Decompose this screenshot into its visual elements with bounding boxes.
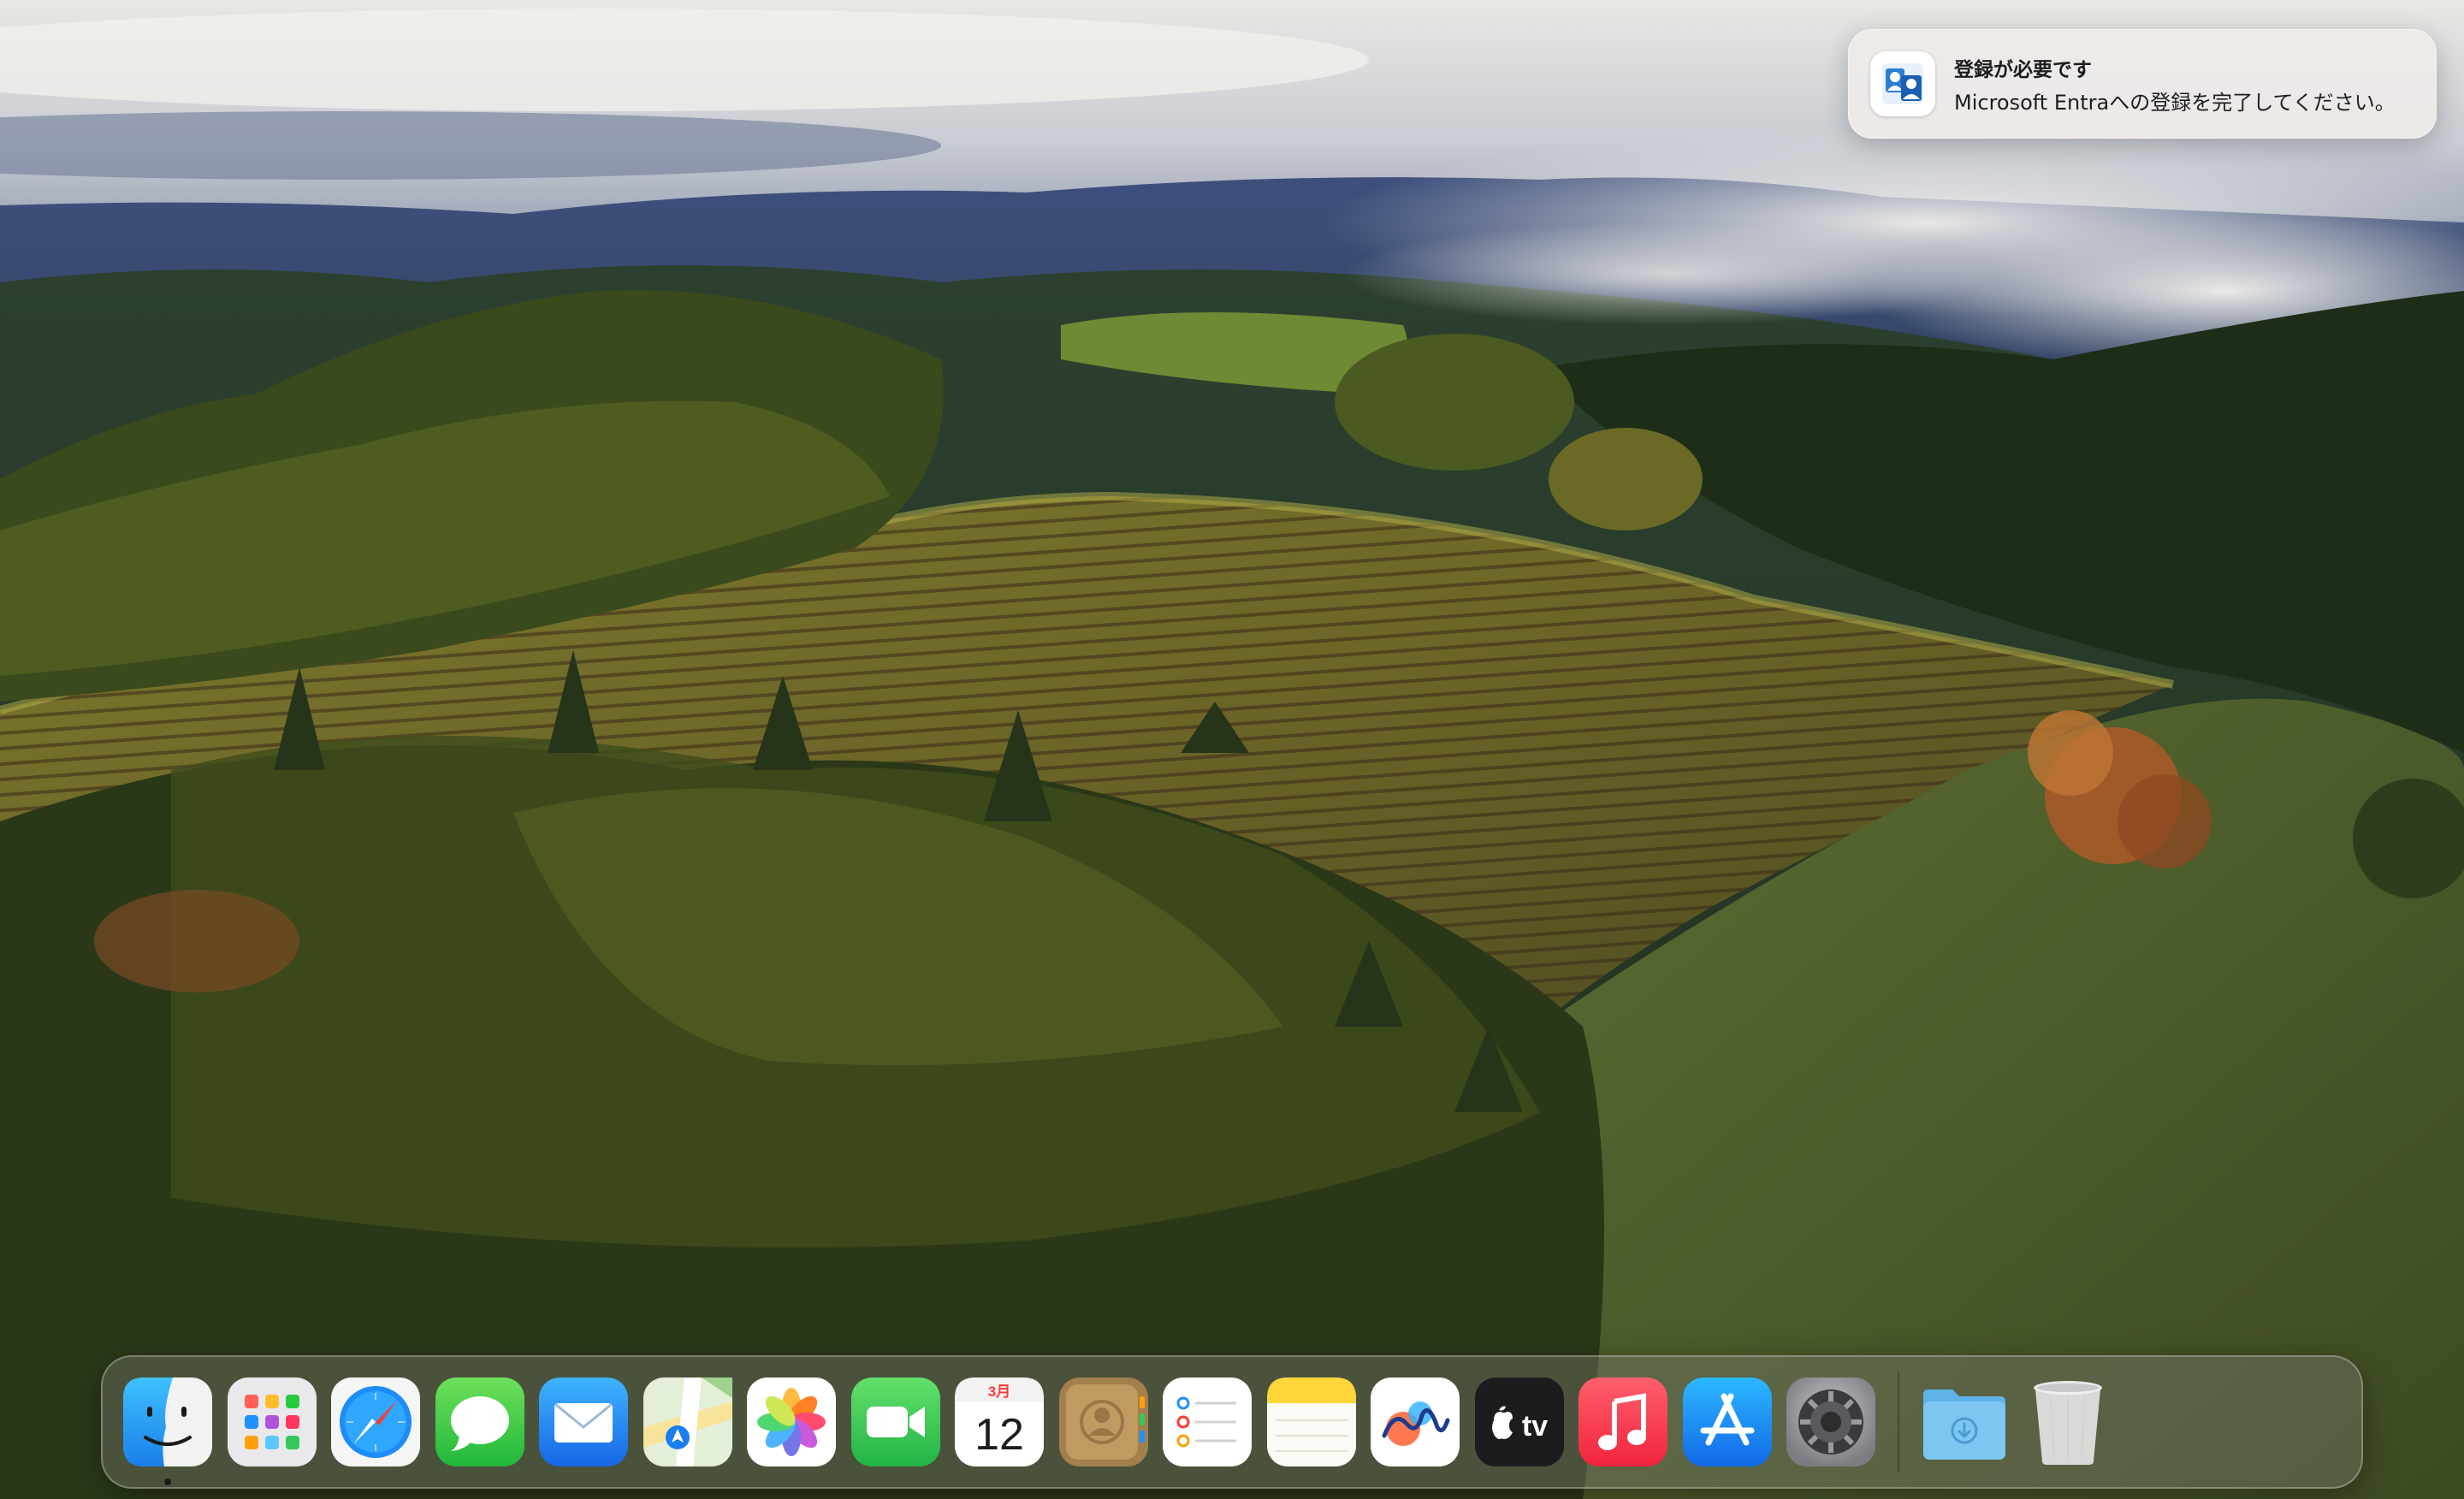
- dock-item-launchpad[interactable]: [226, 1376, 318, 1468]
- dock-item-photos[interactable]: [745, 1376, 838, 1468]
- app-store-icon: [1682, 1378, 1772, 1466]
- dock-item-safari[interactable]: [329, 1376, 422, 1468]
- trash-icon: [2034, 1381, 2102, 1465]
- dock-item-downloads[interactable]: [1918, 1376, 2011, 1468]
- dock: 3月 12 tv: [101, 1355, 2363, 1489]
- dock-item-notes[interactable]: [1265, 1376, 1358, 1468]
- finder-icon: [123, 1378, 212, 1466]
- dock-divider: [1897, 1372, 1899, 1472]
- notes-icon: [1266, 1378, 1356, 1466]
- launchpad-icon: [227, 1378, 317, 1466]
- dock-item-calendar[interactable]: 3月 12: [953, 1376, 1045, 1468]
- notification-title: 登録が必要です: [1954, 58, 2092, 81]
- maps-icon: [643, 1378, 732, 1466]
- notification-body: Microsoft Entraへの登録を完了してください。: [1954, 90, 2396, 115]
- calendar-month-label: 3月: [988, 1383, 1010, 1400]
- dock-item-app-store[interactable]: [1681, 1376, 1774, 1468]
- calendar-day-label: 12: [974, 1410, 1024, 1460]
- microsoft-entra-icon: [1870, 51, 1935, 116]
- dock-item-maps[interactable]: [642, 1376, 734, 1468]
- music-icon: [1578, 1378, 1667, 1466]
- dock-item-tv[interactable]: tv: [1473, 1376, 1566, 1468]
- dock-item-contacts[interactable]: [1057, 1376, 1150, 1468]
- running-indicator: [164, 1478, 171, 1485]
- tv-icon: tv: [1474, 1378, 1564, 1466]
- facetime-icon: [850, 1378, 940, 1466]
- dock-item-messages[interactable]: [434, 1376, 526, 1468]
- dock-item-trash[interactable]: [2022, 1376, 2114, 1468]
- dock-item-freeform[interactable]: [1369, 1376, 1461, 1468]
- downloads-folder-icon: [1922, 1389, 2005, 1460]
- freeform-icon: [1371, 1378, 1460, 1466]
- dock-item-system-settings[interactable]: [1785, 1376, 1877, 1468]
- dock-item-reminders[interactable]: [1161, 1376, 1253, 1468]
- mail-icon: [539, 1378, 628, 1466]
- tv-label: tv: [1521, 1410, 1547, 1443]
- reminders-icon: [1163, 1378, 1252, 1466]
- dock-item-music[interactable]: [1577, 1376, 1669, 1468]
- contacts-icon: [1058, 1378, 1148, 1466]
- gear-icon: [1786, 1378, 1875, 1466]
- dock-item-facetime[interactable]: [850, 1376, 942, 1468]
- dock-item-finder[interactable]: [121, 1376, 214, 1485]
- messages-icon: [435, 1378, 524, 1466]
- photos-icon: [747, 1378, 836, 1466]
- calendar-icon: 3月 12: [955, 1378, 1044, 1466]
- dock-item-mail[interactable]: [537, 1376, 630, 1468]
- entra-registration-notification[interactable]: 登録が必要です Microsoft Entraへの登録を完了してください。: [1848, 29, 2437, 139]
- safari-icon: [331, 1378, 420, 1466]
- desktop-wallpaper: [0, 0, 2464, 1499]
